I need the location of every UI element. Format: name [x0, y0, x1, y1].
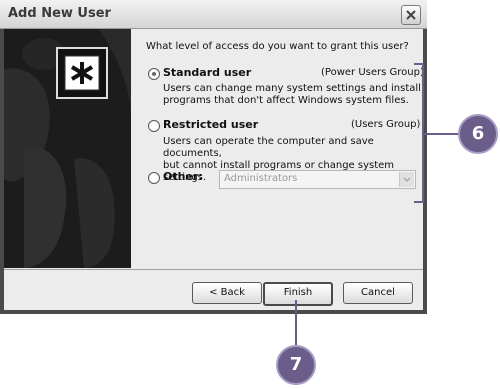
title-bar: Add New User: [0, 0, 427, 29]
close-icon: [406, 10, 416, 20]
close-button[interactable]: [401, 5, 421, 25]
restricted-user-radio[interactable]: [148, 120, 160, 132]
access-question: What level of access do you want to gran…: [146, 41, 409, 52]
restricted-user-group: (Users Group): [351, 119, 421, 130]
standard-user-label[interactable]: Standard user: [163, 66, 251, 79]
standard-user-description: Users can change many system settings an…: [163, 83, 433, 107]
cancel-button[interactable]: Cancel: [343, 282, 413, 304]
standard-user-desc-line: Users can change many system settings an…: [163, 83, 421, 94]
options-bracket: [414, 63, 424, 203]
user-accounts-icon: [56, 47, 108, 99]
back-button[interactable]: < Back: [192, 282, 262, 304]
standard-user-desc-line: programs that don't affect Windows syste…: [163, 95, 409, 106]
chevron-down-icon[interactable]: [399, 172, 414, 187]
other-radio[interactable]: [148, 172, 160, 184]
dialog-title: Add New User: [8, 6, 111, 21]
other-label[interactable]: Other:: [163, 170, 203, 183]
restricted-user-desc-line: Users can operate the computer and save …: [163, 136, 374, 159]
side-banner: [4, 29, 131, 268]
standard-user-radio[interactable]: [148, 68, 160, 80]
button-separator: [4, 269, 423, 270]
callout-7: 7: [276, 345, 316, 385]
other-group-value: Administrators: [224, 173, 298, 184]
callout-6: 6: [458, 114, 498, 154]
restricted-user-label[interactable]: Restricted user: [163, 118, 258, 131]
callout-connector: [295, 300, 297, 347]
add-new-user-dialog: Add New User What level of access do you…: [0, 0, 427, 314]
callout-connector: [424, 133, 460, 135]
access-level-panel: What level of access do you want to gran…: [131, 29, 424, 268]
other-group-select[interactable]: Administrators: [219, 170, 416, 189]
standard-user-group: (Power Users Group): [321, 67, 424, 78]
dialog-body: What level of access do you want to gran…: [4, 29, 424, 310]
finish-button[interactable]: Finish: [263, 282, 333, 306]
